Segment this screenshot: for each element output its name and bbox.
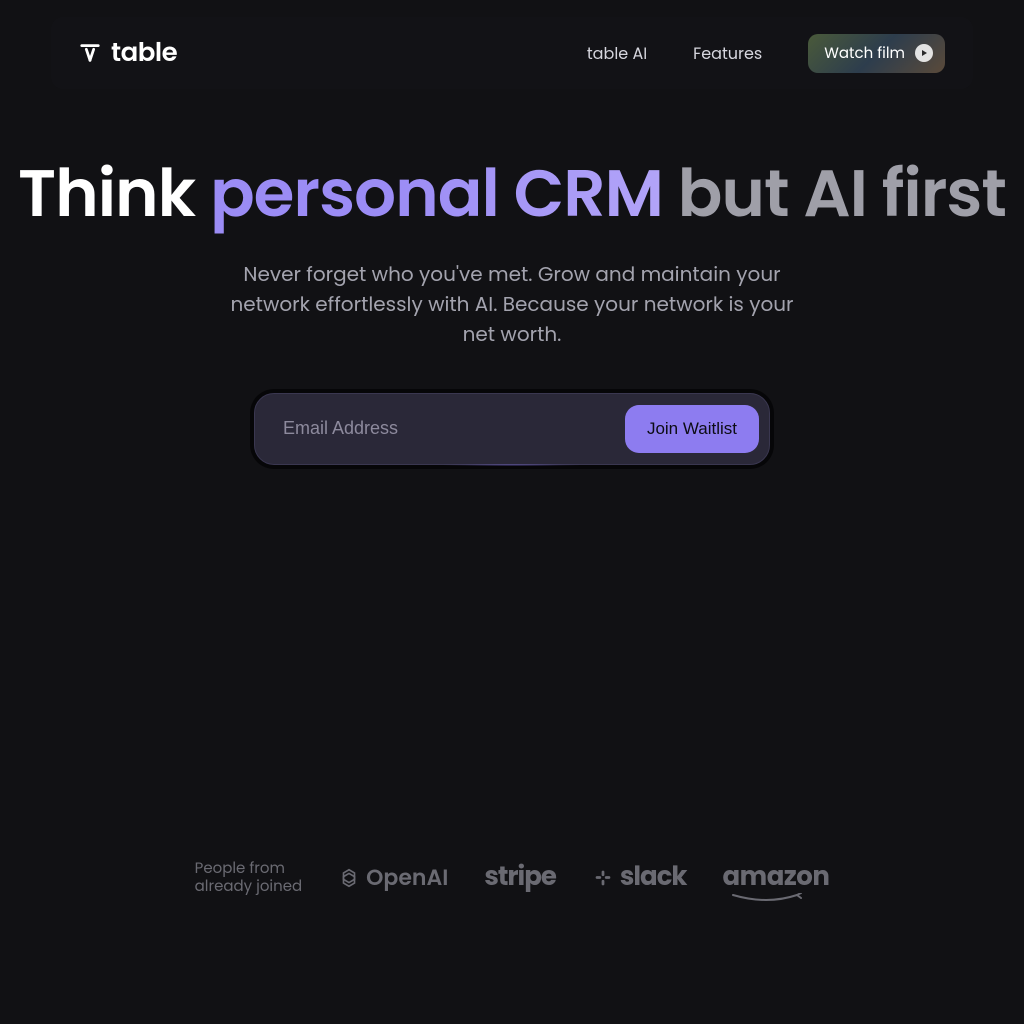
brand-slack-label: slack — [620, 858, 687, 897]
watch-film-button[interactable]: Watch film — [808, 34, 945, 73]
hero-title: Think personal CRM but AI first — [18, 158, 1006, 231]
join-waitlist-button[interactable]: Join Waitlist — [625, 405, 759, 453]
slack-icon — [592, 867, 614, 889]
social-proof-text: People from already joined — [195, 860, 303, 895]
email-input[interactable] — [283, 418, 625, 439]
brand-openai: OpenAI — [338, 861, 448, 894]
watch-film-label: Watch film — [824, 42, 905, 65]
header: table table AI Features Watch film — [51, 17, 973, 89]
brand-amazon: amazon — [723, 858, 830, 897]
logo[interactable]: table — [79, 34, 177, 73]
brand-stripe-label: stripe — [484, 858, 556, 897]
nav-link-table-ai[interactable]: table AI — [587, 41, 647, 66]
hero: Think personal CRM but AI first Never fo… — [0, 158, 1024, 465]
brand-openai-label: OpenAI — [366, 861, 448, 894]
hero-subtitle: Never forget who you've met. Grow and ma… — [212, 259, 812, 349]
play-icon — [915, 44, 933, 62]
amazon-smile-icon — [731, 893, 803, 903]
nav: table AI Features Watch film — [587, 34, 945, 73]
email-form: Join Waitlist — [254, 393, 770, 465]
hero-title-part-1: Think — [18, 148, 210, 240]
brand-slack: slack — [592, 858, 687, 897]
openai-icon — [338, 867, 360, 889]
brand-stripe: stripe — [484, 858, 556, 897]
nav-link-features[interactable]: Features — [693, 41, 762, 66]
social-proof: People from already joined OpenAI stripe… — [0, 858, 1024, 897]
social-proof-line-1: People from — [195, 860, 303, 877]
hero-title-part-2: personal CRM — [210, 148, 663, 240]
social-proof-line-2: already joined — [195, 878, 303, 895]
brand-amazon-label: amazon — [723, 858, 830, 897]
hero-title-part-3: but AI first — [663, 148, 1006, 240]
logo-icon — [79, 42, 101, 64]
logo-text: table — [111, 34, 177, 73]
